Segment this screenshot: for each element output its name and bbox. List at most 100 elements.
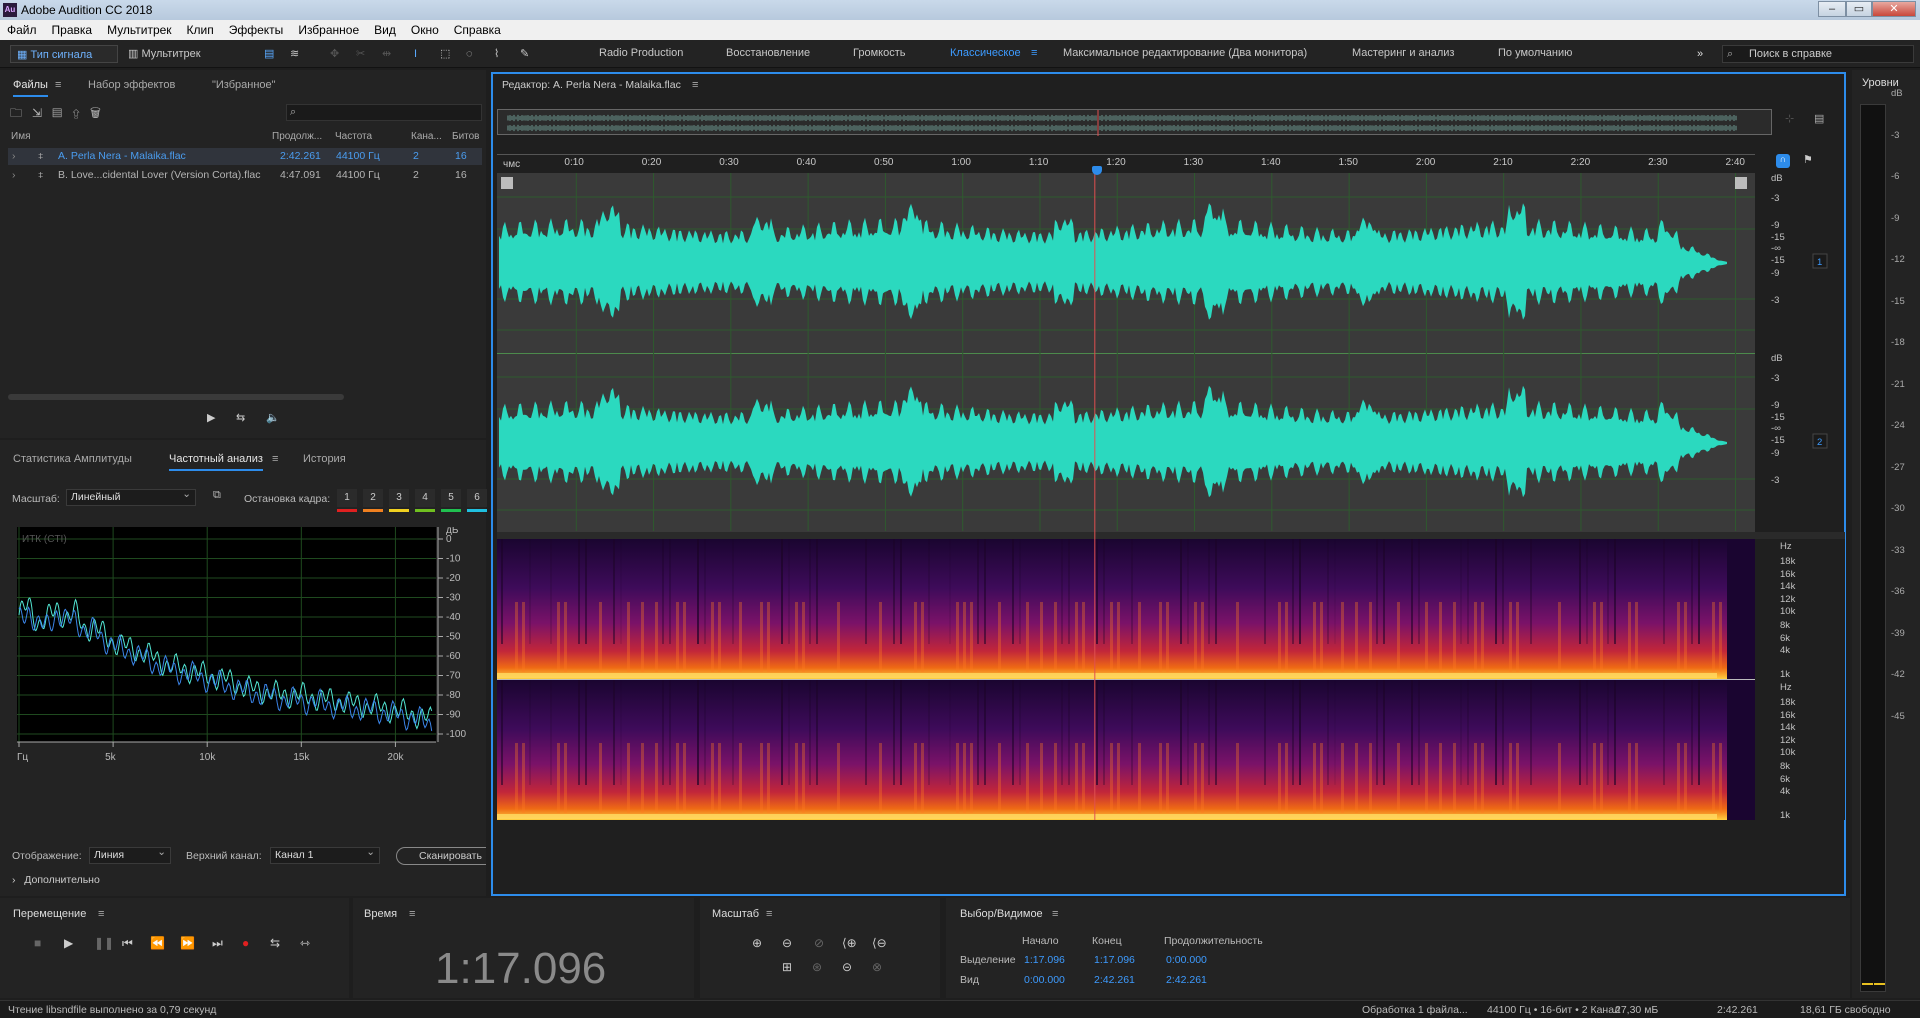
freeze-frame-5[interactable]: 5 bbox=[441, 489, 461, 507]
freeze-frame-6[interactable]: 6 bbox=[467, 489, 487, 507]
spot-healing-tool-icon[interactable]: ✎ bbox=[520, 45, 529, 63]
rewind-button[interactable]: ⏪ bbox=[150, 936, 165, 950]
panel-menu-icon[interactable]: ≡ bbox=[766, 908, 772, 920]
workspace-tab-4[interactable]: Максимальное редактирование (Два монитор… bbox=[1063, 47, 1307, 59]
zoom-selection-icon[interactable]: ⊞ bbox=[782, 960, 792, 974]
zoom-in-point-icon[interactable]: ⊛ bbox=[812, 960, 822, 974]
spectral-display-icon[interactable]: ≋ bbox=[290, 45, 308, 63]
display-select[interactable]: Линия bbox=[89, 845, 171, 864]
menu-item-5[interactable]: Избранное bbox=[291, 23, 367, 37]
file-row[interactable]: › ⧧ A. Perla Nera - Malaika.flac 2:42.261 44… bbox=[8, 148, 482, 165]
column-channels[interactable]: Кана... bbox=[411, 131, 442, 142]
column-bits[interactable]: Битов bbox=[452, 131, 480, 142]
close-button[interactable]: ✕ bbox=[1872, 1, 1916, 17]
waveform-display-icon[interactable]: ▤ bbox=[264, 45, 282, 63]
tab-history[interactable]: История bbox=[303, 453, 346, 465]
menu-item-7[interactable]: Окно bbox=[404, 23, 447, 37]
multitrack-view-button[interactable]: ▥ Мультитрек bbox=[124, 45, 201, 63]
fade-in-handle-icon[interactable] bbox=[501, 177, 513, 189]
fast-forward-button[interactable]: ⏩ bbox=[180, 936, 195, 950]
tab-frequency-analysis[interactable]: Частотный анализ bbox=[169, 453, 263, 471]
menu-item-3[interactable]: Клип bbox=[180, 23, 222, 37]
file-row[interactable]: › ⧧ B. Love...cidental Lover (Version Cort… bbox=[8, 167, 482, 184]
zoom-in-time-icon[interactable]: ⟨⊕ bbox=[842, 936, 857, 950]
advanced-expander[interactable]: › Дополнительно bbox=[12, 874, 100, 886]
pause-button[interactable]: ❚❚ bbox=[94, 936, 114, 950]
delete-file-icon[interactable]: 🗑 bbox=[90, 106, 111, 120]
loop-button[interactable]: ⇆ bbox=[270, 936, 280, 950]
playhead-marker[interactable] bbox=[1091, 166, 1102, 175]
panel-menu-icon[interactable]: ≡ bbox=[272, 453, 278, 465]
view-divider[interactable] bbox=[497, 532, 1845, 539]
frame-icon[interactable]: ⧉ bbox=[213, 489, 221, 502]
panel-menu-icon[interactable]: ≡ bbox=[98, 908, 104, 920]
loop-preview-icon[interactable]: ⇆ bbox=[236, 411, 245, 424]
menu-item-4[interactable]: Эффекты bbox=[222, 23, 292, 37]
play-button[interactable]: ▶ bbox=[64, 936, 73, 950]
column-name[interactable]: Имя bbox=[11, 131, 30, 142]
scan-button[interactable]: Сканировать bbox=[396, 847, 486, 865]
panel-menu-icon[interactable]: ≡ bbox=[55, 79, 61, 91]
open-file-icon[interactable]: 🗀 bbox=[10, 106, 32, 120]
marquee-tool-icon[interactable]: ⬚ bbox=[440, 45, 450, 63]
minimize-button[interactable]: – bbox=[1818, 1, 1846, 17]
menu-item-1[interactable]: Правка bbox=[45, 23, 101, 37]
maximize-button[interactable]: ▭ bbox=[1846, 1, 1872, 17]
panel-menu-icon[interactable]: ≡ bbox=[409, 908, 415, 920]
scale-select[interactable]: Линейный bbox=[66, 487, 196, 506]
workspace-tab-2[interactable]: Громкость bbox=[853, 47, 905, 59]
time-ruler[interactable]: чмс 0:10 0:20 0:30 0:40 0:50 1:00 1:10 1:20 1:30 1… bbox=[493, 74, 1843, 170]
to-start-button[interactable]: ⏮ bbox=[122, 936, 133, 951]
menu-item-8[interactable]: Справка bbox=[447, 23, 509, 37]
selection-end[interactable]: 1:17.096 bbox=[1094, 954, 1135, 966]
tab-effects-rack[interactable]: Набор эффектов bbox=[88, 79, 175, 91]
workspace-overflow-button[interactable]: » bbox=[1697, 45, 1703, 63]
play-preview-icon[interactable]: ▶ bbox=[207, 411, 215, 424]
zoom-out-amplitude-icon[interactable]: ⊖ bbox=[782, 936, 792, 950]
panel-menu-icon[interactable]: ≡ bbox=[1052, 908, 1058, 920]
autoplay-icon[interactable]: 🔈 bbox=[266, 411, 280, 424]
zoom-in-amplitude-icon[interactable]: ⊕ bbox=[752, 936, 762, 950]
import-file-icon[interactable]: ⇲ bbox=[32, 106, 52, 120]
menu-item-2[interactable]: Мультитрек bbox=[100, 23, 179, 37]
tab-files[interactable]: Файлы bbox=[13, 79, 48, 97]
freeze-frame-1[interactable]: 1 bbox=[337, 489, 357, 507]
tab-amplitude-statistics[interactable]: Статистика Амплитуды bbox=[13, 453, 132, 465]
workspace-tab-6[interactable]: По умолчанию bbox=[1498, 47, 1572, 59]
selection-duration[interactable]: 0:00.000 bbox=[1166, 954, 1207, 966]
workspace-tab-3[interactable]: Классическое bbox=[950, 47, 1021, 59]
record-button[interactable]: ● bbox=[242, 936, 249, 950]
brush-tool-icon[interactable]: ⌇ bbox=[494, 45, 499, 63]
stop-button[interactable]: ■ bbox=[34, 936, 41, 950]
workspace-tab-5[interactable]: Мастеринг и анализ bbox=[1352, 47, 1454, 59]
new-file-icon[interactable]: ▤ bbox=[52, 106, 72, 120]
time-selection-tool-icon[interactable]: I bbox=[414, 45, 417, 63]
freeze-frame-4[interactable]: 4 bbox=[415, 489, 435, 507]
files-scrollbar[interactable] bbox=[8, 394, 344, 400]
tab-favorites[interactable]: "Избранное" bbox=[212, 79, 276, 91]
waveform-canvas[interactable]: dBdB-3-3-9-9-15-15-∞-∞-15-15-9-9-3-312Hz… bbox=[497, 173, 1845, 893]
lasso-tool-icon[interactable]: ◌ bbox=[466, 45, 473, 63]
to-end-button[interactable]: ⏭ bbox=[212, 936, 223, 951]
zoom-out-point-icon[interactable]: ⊝ bbox=[842, 960, 852, 974]
zoom-out-time-icon[interactable]: ⟨⊖ bbox=[872, 936, 887, 950]
column-rate[interactable]: Частота bbox=[335, 131, 372, 142]
fade-out-handle-icon[interactable] bbox=[1735, 177, 1747, 189]
expand-chevron-icon[interactable]: › bbox=[12, 148, 16, 165]
menu-item-0[interactable]: Файл bbox=[0, 23, 45, 37]
zoom-reset-icon[interactable]: ⊗ bbox=[872, 960, 882, 974]
marker-icon[interactable]: ⚑ bbox=[1803, 153, 1813, 166]
freeze-frame-3[interactable]: 3 bbox=[389, 489, 409, 507]
column-duration[interactable]: Продолж... bbox=[272, 131, 322, 142]
help-search-input[interactable]: ⌕ Поиск в справке bbox=[1722, 45, 1914, 63]
razor-tool-icon[interactable]: ✂ bbox=[356, 45, 365, 63]
expand-chevron-icon[interactable]: › bbox=[12, 167, 16, 184]
workspace-tab-1[interactable]: Восстановление bbox=[726, 47, 810, 59]
files-search-input[interactable]: ⌕ bbox=[286, 104, 482, 121]
menu-item-6[interactable]: Вид bbox=[367, 23, 404, 37]
workspace-tab-0[interactable]: Radio Production bbox=[599, 47, 683, 59]
selection-start[interactable]: 1:17.096 bbox=[1024, 954, 1065, 966]
waveform-view-button[interactable]: ▦ Тип сигнала bbox=[10, 45, 118, 63]
view-duration[interactable]: 2:42.261 bbox=[1166, 974, 1207, 986]
skip-selection-button[interactable]: ⇿ bbox=[300, 936, 310, 950]
